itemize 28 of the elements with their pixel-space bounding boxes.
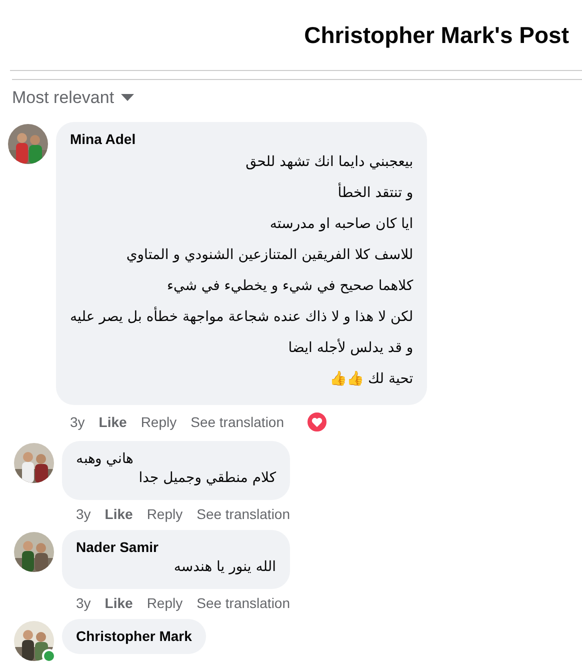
comment-author[interactable]: Christopher Mark	[76, 628, 192, 644]
comment-author[interactable]: Mina Adel	[70, 131, 136, 147]
reply-link[interactable]: Reply	[146, 506, 183, 522]
translation-link[interactable]: See translation	[190, 414, 284, 430]
avatar[interactable]	[14, 532, 54, 572]
comment-author[interactable]: هاني وهبه	[76, 450, 133, 466]
comment-time[interactable]: 3y	[76, 506, 91, 522]
sort-dropdown[interactable]: Most relevant	[12, 88, 134, 108]
like-link[interactable]: Like	[98, 414, 127, 430]
reply-link[interactable]: Reply	[146, 595, 183, 611]
caret-icon	[121, 94, 134, 102]
comment-author[interactable]: Nader Samir	[76, 539, 158, 555]
post-title: Christopher Mark's Post	[304, 22, 569, 48]
avatar[interactable]	[8, 124, 48, 164]
reply-link[interactable]: Reply	[140, 414, 177, 430]
online-status-dot	[42, 649, 56, 663]
comment-text: بيعجبني دايما انك تشهد للحق و تنتقد الخطأ ايا كان صاحبه او مدرسته للاسف كلا الفريقين المتنازعين الشنودي و المتاوي كلاهما صحيح في شيء و يخطيء في شيء لكن لا هذا و لا ذاك عنده شجاعة مواجهة خطأه بل يصر عليه و قد يدلس لأجله ايضا تحية لك 👍👍	[70, 153, 414, 389]
avatar[interactable]	[14, 621, 54, 661]
like-link[interactable]: Like	[104, 595, 133, 611]
translation-link[interactable]: See translation	[196, 506, 290, 522]
comment-time[interactable]: 3y	[70, 414, 85, 430]
comment-time[interactable]: 3y	[76, 595, 91, 611]
translation-link[interactable]: See translation	[196, 595, 290, 611]
comment-text: كلام منطقي وجميل جدا	[138, 469, 276, 488]
heart-reaction-icon[interactable]	[306, 411, 328, 433]
comment-text: الله ينور يا هندسه	[172, 558, 276, 577]
like-link[interactable]: Like	[104, 506, 133, 522]
avatar[interactable]	[14, 443, 54, 483]
